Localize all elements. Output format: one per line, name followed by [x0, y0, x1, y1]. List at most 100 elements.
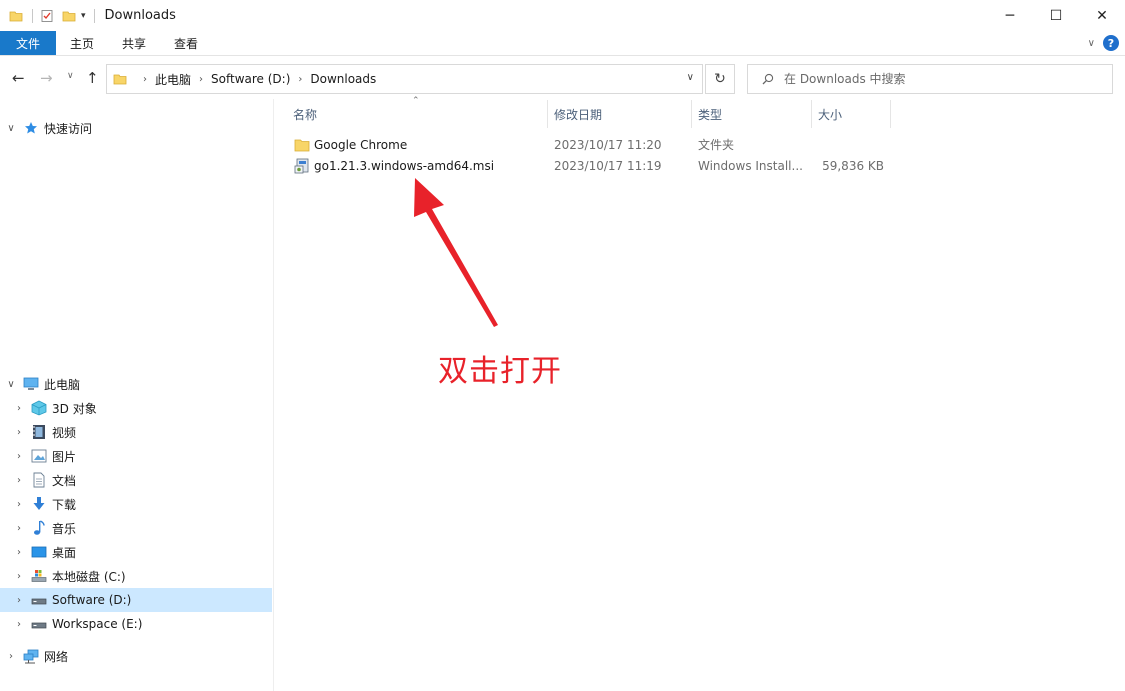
back-arrow-icon[interactable]: ←: [12, 69, 25, 87]
column-header-date[interactable]: 修改日期: [554, 100, 602, 128]
address-history-dropdown-icon[interactable]: ∨: [687, 72, 694, 83]
nav-label: 下载: [52, 497, 77, 512]
chevron-right-icon[interactable]: ›: [14, 595, 24, 606]
drive-c-icon: [30, 568, 48, 584]
close-button[interactable]: ✕: [1079, 0, 1125, 31]
nav-item-network[interactable]: › 网络: [0, 644, 272, 668]
chevron-right-icon[interactable]: ›: [14, 451, 24, 462]
refresh-button[interactable]: ↻: [705, 64, 735, 94]
toolbar-divider: [32, 8, 33, 23]
chevron-down-icon[interactable]: ∨: [6, 123, 16, 134]
file-row[interactable]: Google Chrome 2023/10/17 11:20 文件夹: [292, 134, 892, 155]
folder-icon: [113, 72, 127, 86]
nav-label: 音乐: [52, 521, 77, 536]
recent-locations-chevron-icon[interactable]: ∨: [67, 71, 74, 81]
nav-item-downloads[interactable]: › 下载: [0, 492, 272, 516]
customize-toolbar-dropdown-icon[interactable]: ▾: [81, 11, 86, 21]
file-size: 59,836 KB: [822, 158, 884, 173]
file-row[interactable]: go1.21.3.windows-amd64.msi 2023/10/17 11…: [292, 155, 892, 176]
window-title: Downloads: [104, 8, 176, 23]
chevron-right-icon[interactable]: ›: [298, 74, 302, 85]
nav-item-videos[interactable]: › 视频: [0, 420, 272, 444]
this-pc-icon: [22, 376, 40, 392]
nav-label: Software (D:): [52, 593, 132, 607]
tab-share[interactable]: 共享: [108, 31, 160, 55]
nav-label: 桌面: [52, 545, 77, 560]
folder-icon: [8, 8, 24, 24]
chevron-right-icon[interactable]: ›: [6, 651, 16, 662]
search-input[interactable]: [784, 72, 1084, 86]
desktop-icon: [30, 544, 48, 560]
nav-label: 文档: [52, 473, 77, 488]
chevron-right-icon[interactable]: ›: [199, 74, 203, 85]
nav-label: 网络: [44, 649, 69, 664]
tab-view[interactable]: 查看: [160, 31, 212, 55]
column-divider[interactable]: [547, 100, 548, 128]
nav-label: 快速访问: [44, 121, 93, 136]
file-date: 2023/10/17 11:20: [554, 137, 662, 152]
maximize-button[interactable]: ☐: [1033, 0, 1079, 31]
chevron-right-icon[interactable]: ›: [14, 547, 24, 558]
address-row: ← → ∨ ↑ › 此电脑 › Software (D:) › Download…: [0, 57, 1125, 99]
properties-icon[interactable]: [39, 8, 55, 24]
chevron-right-icon[interactable]: ›: [143, 74, 147, 85]
drive-d-icon: [30, 592, 48, 608]
expand-ribbon-chevron-icon[interactable]: ∨: [1088, 38, 1095, 49]
quick-access-toolbar: ▾ Downloads: [0, 0, 176, 31]
nav-item-documents[interactable]: › 文档: [0, 468, 272, 492]
nav-item-drive-e[interactable]: › Workspace (E:): [0, 612, 272, 636]
window-controls: ─ ☐ ✕: [987, 0, 1125, 31]
nav-label: 此电脑: [44, 377, 81, 392]
chevron-down-icon[interactable]: ∨: [6, 379, 16, 390]
chevron-right-icon[interactable]: ›: [14, 571, 24, 582]
chevron-right-icon[interactable]: ›: [14, 475, 24, 486]
address-bar[interactable]: › 此电脑 › Software (D:) › Downloads ∨: [106, 64, 703, 94]
search-box[interactable]: [747, 64, 1113, 94]
folder-icon: [294, 134, 310, 155]
tab-file[interactable]: 文件: [0, 31, 56, 55]
nav-label: 视频: [52, 425, 77, 440]
column-divider[interactable]: [691, 100, 692, 128]
nav-item-drive-d[interactable]: › Software (D:): [0, 588, 272, 612]
column-header-size[interactable]: 大小: [818, 100, 842, 128]
forward-arrow-icon[interactable]: →: [40, 69, 53, 87]
column-header-name[interactable]: 名称: [293, 100, 317, 128]
chevron-right-icon[interactable]: ›: [14, 523, 24, 534]
tab-home[interactable]: 主页: [56, 31, 108, 55]
breadcrumb-this-pc[interactable]: 此电脑: [155, 71, 191, 88]
nav-label: 图片: [52, 449, 77, 464]
file-date: 2023/10/17 11:19: [554, 158, 662, 173]
chevron-right-icon[interactable]: ›: [14, 619, 24, 630]
chevron-right-icon[interactable]: ›: [14, 499, 24, 510]
file-size: [800, 134, 884, 155]
sort-ascending-icon: ⌃: [412, 96, 420, 106]
up-arrow-icon[interactable]: ↑: [86, 69, 99, 87]
breadcrumb-downloads[interactable]: Downloads: [310, 72, 376, 86]
new-folder-icon[interactable]: [61, 8, 77, 24]
nav-item-desktop[interactable]: › 桌面: [0, 540, 272, 564]
nav-item-drive-c[interactable]: › 本地磁盘 (C:): [0, 564, 272, 588]
column-header-type[interactable]: 类型: [698, 100, 722, 128]
help-icon[interactable]: ?: [1103, 35, 1119, 51]
chevron-right-icon[interactable]: ›: [14, 427, 24, 438]
ribbon-right-controls: ∨ ?: [1088, 35, 1119, 51]
file-type: 文件夹: [698, 138, 735, 152]
nav-item-pictures[interactable]: › 图片: [0, 444, 272, 468]
nav-item-music[interactable]: › 音乐: [0, 516, 272, 540]
star-icon: [22, 120, 40, 136]
annotation-text: 双击打开: [438, 354, 562, 389]
minimize-button[interactable]: ─: [987, 0, 1033, 31]
chevron-right-icon[interactable]: ›: [14, 403, 24, 414]
nav-item-3d-objects[interactable]: › 3D 对象: [0, 396, 272, 420]
nav-label: 3D 对象: [52, 401, 97, 416]
nav-label: 本地磁盘 (C:): [52, 569, 126, 584]
breadcrumb-software-d[interactable]: Software (D:): [211, 72, 290, 86]
column-divider[interactable]: [811, 100, 812, 128]
title-bar: ▾ Downloads ─ ☐ ✕: [0, 0, 1125, 31]
pictures-icon: [30, 448, 48, 464]
breadcrumb: › 此电脑 › Software (D:) › Downloads: [107, 71, 376, 88]
nav-item-this-pc[interactable]: ∨ 此电脑: [0, 372, 272, 396]
column-divider[interactable]: [890, 100, 891, 128]
documents-icon: [30, 472, 48, 488]
nav-item-quick-access[interactable]: ∨ 快速访问: [0, 116, 272, 140]
